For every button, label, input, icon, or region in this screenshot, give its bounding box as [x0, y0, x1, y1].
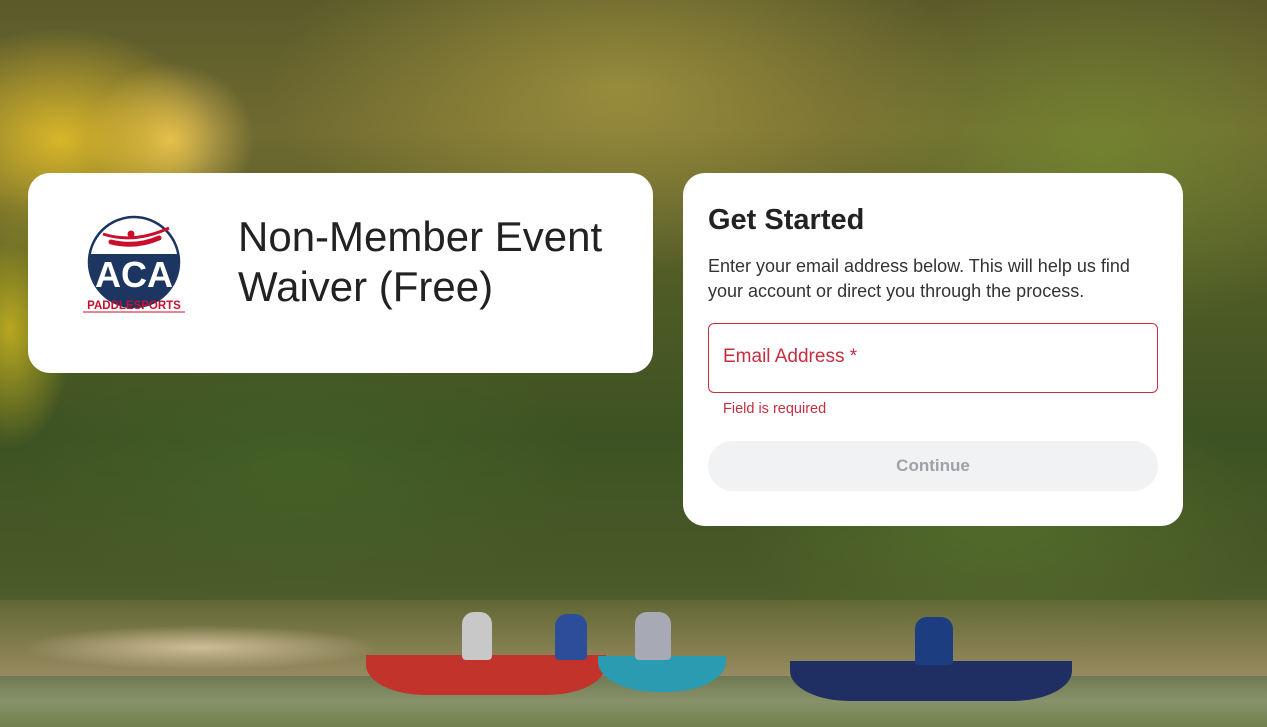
paddler [462, 612, 492, 660]
paddler [635, 612, 671, 660]
paddler [915, 617, 953, 665]
email-field[interactable]: Email Address * [708, 323, 1158, 393]
sandbar [20, 625, 380, 670]
page-title-line-2: Waiver (Free) [238, 263, 494, 310]
continue-button[interactable]: Continue [708, 441, 1158, 491]
get-started-heading: Get Started [708, 204, 865, 236]
email-input[interactable] [709, 324, 1157, 392]
aca-paddlesports-logo: ACA PADDLESPORTS [83, 215, 185, 313]
paddler [555, 614, 587, 660]
logo-subtext: PADDLESPORTS [87, 300, 181, 312]
page-title: Non-Member Event Waiver (Free) [238, 212, 638, 312]
page-title-line-1: Non-Member Event [238, 213, 603, 260]
red-canoe [366, 655, 606, 695]
email-error-message: Field is required [723, 401, 827, 417]
get-started-description: Enter your email address below. This wil… [708, 256, 1130, 301]
logo-wordmark: ACA [95, 254, 173, 295]
blue-canoe [790, 661, 1072, 701]
